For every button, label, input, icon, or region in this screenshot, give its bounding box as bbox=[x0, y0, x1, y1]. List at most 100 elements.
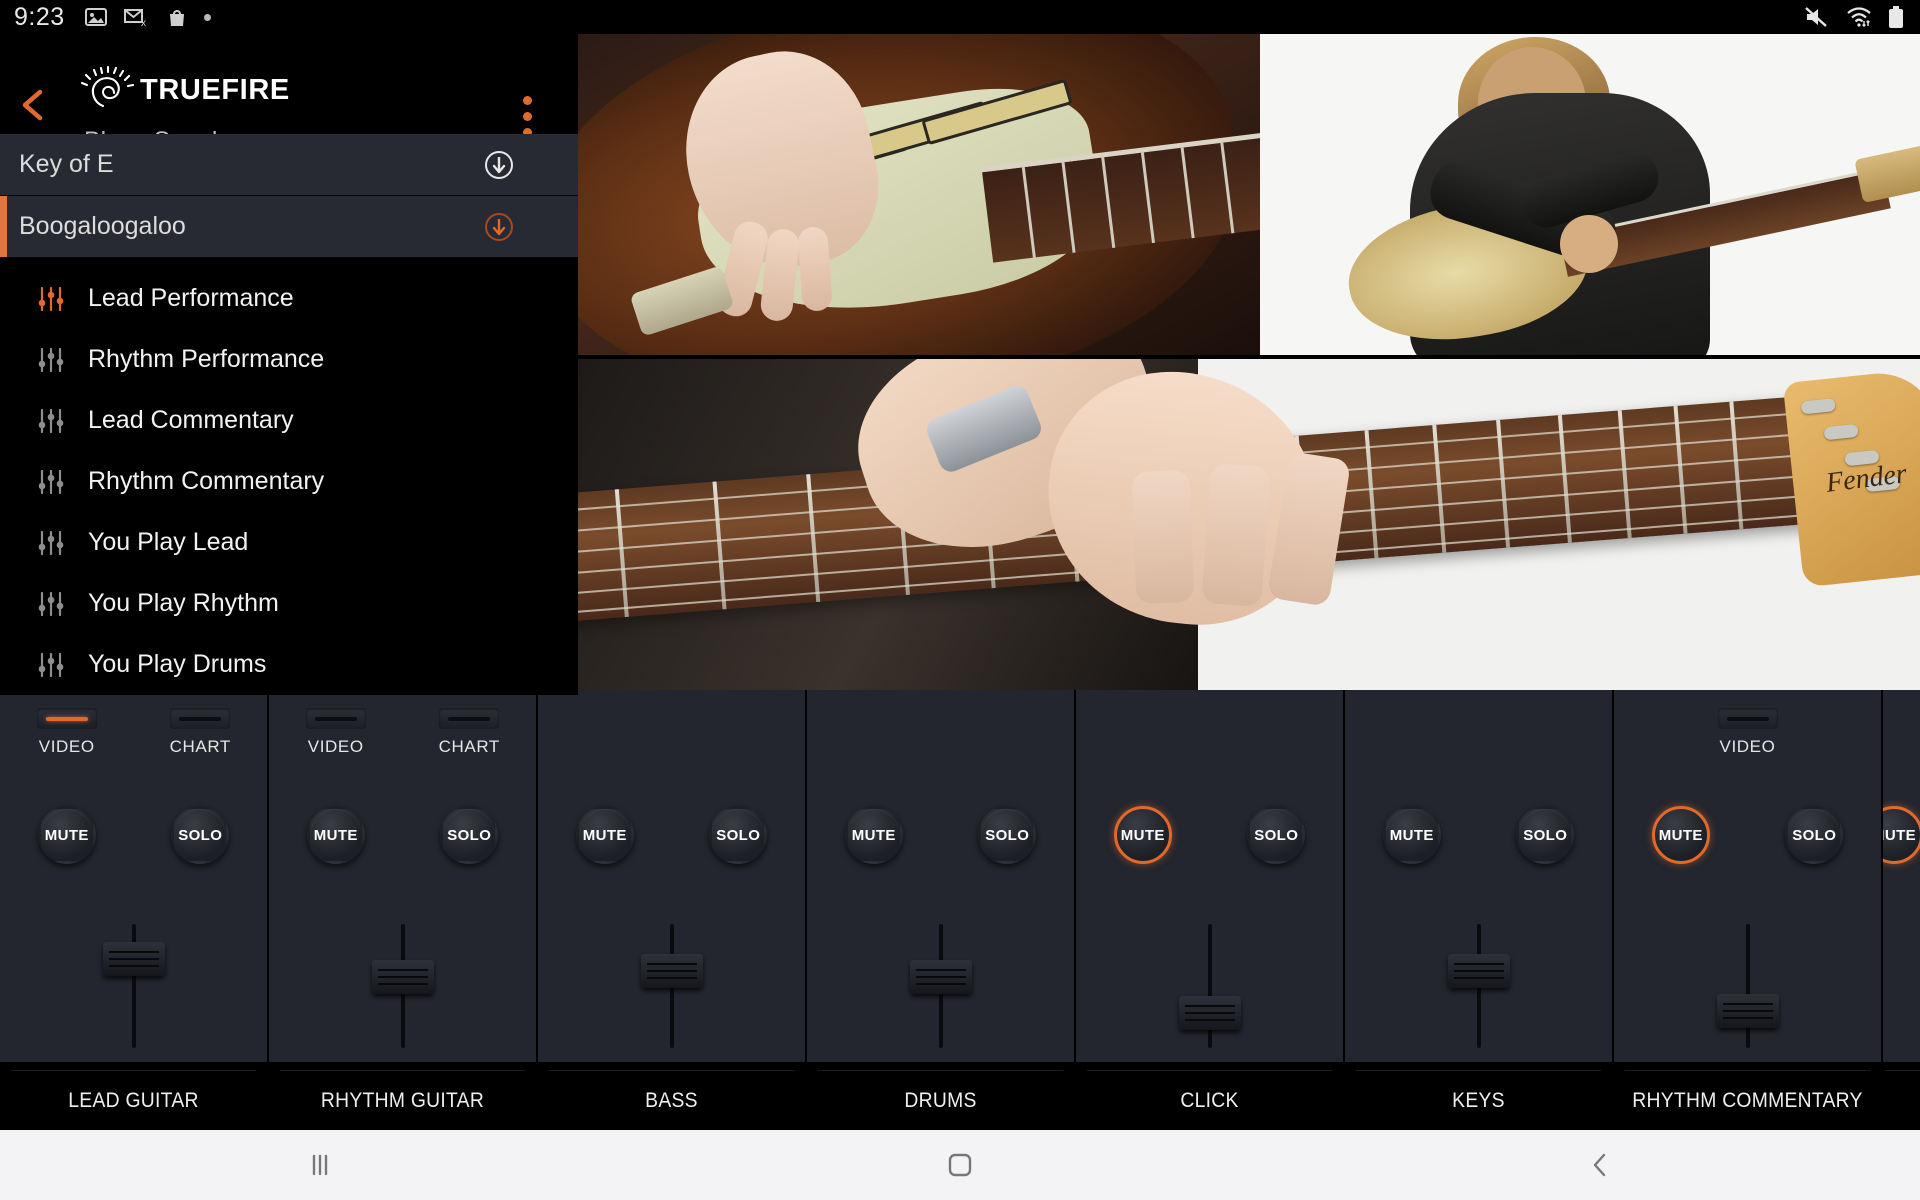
sidebar-header: TRUEFIRE Blues Speak bbox=[0, 34, 578, 155]
volume-muted-icon bbox=[1805, 7, 1827, 27]
track-label: Rhythm Performance bbox=[88, 345, 325, 373]
solo-label: SOLO bbox=[1792, 826, 1837, 844]
home-button[interactable] bbox=[640, 1150, 1280, 1180]
solo-button[interactable]: SOLO bbox=[440, 806, 499, 864]
mute-label: MUTE bbox=[1120, 826, 1165, 844]
toggle-label: VIDEO bbox=[307, 737, 364, 756]
recents-button[interactable] bbox=[0, 1152, 640, 1178]
mute-label: MUTE bbox=[313, 826, 358, 844]
channel-label bbox=[1885, 1070, 1920, 1130]
track-item-rhythm-performance[interactable]: Rhythm Performance bbox=[0, 329, 578, 390]
download-icon[interactable] bbox=[484, 150, 514, 180]
mute-button[interactable]: MUTE bbox=[844, 806, 903, 864]
track-item-lead-performance[interactable]: Lead Performance bbox=[0, 268, 578, 329]
toggle-label: VIDEO bbox=[38, 737, 95, 756]
channel-label: LEAD GUITAR bbox=[10, 1070, 257, 1130]
video-pane-lead-closeup[interactable] bbox=[578, 33, 1260, 355]
chart-toggle[interactable]: CHART bbox=[145, 708, 255, 757]
mute-label: MUTE bbox=[1389, 826, 1434, 844]
sidebar-section-boogaloogaloo[interactable]: Boogaloogaloo bbox=[0, 196, 578, 258]
fader-handle[interactable] bbox=[102, 942, 165, 976]
toggle-indicator bbox=[314, 716, 357, 721]
mixer-sliders-icon bbox=[38, 469, 64, 494]
mute-button[interactable]: MUTE bbox=[1382, 806, 1441, 864]
volume-fader[interactable] bbox=[1436, 924, 1522, 1048]
volume-fader[interactable] bbox=[629, 924, 715, 1048]
channel-buttons: MUTE SOLO bbox=[1076, 806, 1343, 864]
chart-toggle[interactable]: CHART bbox=[414, 708, 524, 757]
track-item-lead-commentary[interactable]: Lead Commentary bbox=[0, 390, 578, 451]
video-pane-performer[interactable] bbox=[1260, 33, 1920, 355]
mute-button[interactable]: MUTE bbox=[1651, 806, 1710, 864]
track-item-you-play-drums[interactable]: You Play Drums bbox=[0, 634, 578, 695]
track-item-you-play-lead[interactable]: You Play Lead bbox=[0, 512, 578, 573]
status-bar-notification-icons: x bbox=[84, 7, 211, 28]
toggle-label: CHART bbox=[169, 737, 231, 756]
video-grid: Fender bbox=[578, 33, 1920, 690]
mixer-sliders-icon bbox=[38, 530, 64, 555]
mixer-sliders-icon bbox=[38, 286, 64, 311]
bag-icon bbox=[169, 9, 184, 26]
solo-label: SOLO bbox=[985, 826, 1030, 844]
back-button[interactable] bbox=[1280, 1150, 1920, 1180]
mute-button[interactable]: MUTE bbox=[37, 806, 96, 864]
fader-handle[interactable] bbox=[640, 954, 703, 988]
video-toggle[interactable]: VIDEO bbox=[1693, 708, 1803, 757]
video-toggle[interactable]: VIDEO bbox=[12, 708, 122, 757]
volume-fader[interactable] bbox=[1167, 924, 1253, 1048]
channel-strip-rhythm-guitar: VIDEO CHART MUTE SOLO bbox=[269, 690, 536, 1062]
track-item-you-play-rhythm[interactable]: You Play Rhythm bbox=[0, 573, 578, 634]
battery-icon bbox=[1889, 5, 1903, 28]
track-label: You Play Lead bbox=[88, 528, 249, 556]
channel-strip-drums: MUTE SOLO bbox=[807, 690, 1074, 1062]
track-item-rhythm-commentary[interactable]: Rhythm Commentary bbox=[0, 451, 578, 512]
channel-buttons: MUTE SOLO bbox=[0, 806, 267, 864]
mute-button[interactable]: MUTE bbox=[1113, 806, 1172, 864]
truefire-spiral-icon bbox=[80, 66, 135, 108]
fader-handle[interactable] bbox=[909, 960, 972, 994]
solo-label: SOLO bbox=[178, 826, 223, 844]
back-icon bbox=[1593, 1153, 1606, 1177]
toggle-indicator bbox=[448, 716, 491, 721]
solo-button[interactable]: SOLO bbox=[978, 806, 1037, 864]
sidebar-section-key-of-e[interactable]: Key of E bbox=[0, 134, 578, 196]
solo-button[interactable]: SOLO bbox=[709, 806, 768, 864]
mute-label: MUTE bbox=[851, 826, 896, 844]
solo-button[interactable]: SOLO bbox=[171, 806, 230, 864]
toggle-indicator bbox=[45, 716, 88, 721]
volume-fader[interactable] bbox=[1705, 924, 1791, 1048]
solo-button[interactable]: SOLO bbox=[1247, 806, 1306, 864]
download-progress-icon[interactable] bbox=[484, 212, 514, 242]
solo-button[interactable]: SOLO bbox=[1785, 806, 1844, 864]
fader-handle[interactable] bbox=[1178, 996, 1241, 1030]
mute-button[interactable]: MUTE bbox=[575, 806, 634, 864]
section-label: Key of E bbox=[19, 150, 114, 178]
video-pane-fretboard[interactable]: Fender bbox=[578, 359, 1920, 690]
channel-buttons: MUTE SOLO bbox=[538, 806, 805, 864]
overflow-menu-icon[interactable] bbox=[523, 96, 532, 137]
channel-label: DRUMS bbox=[817, 1070, 1064, 1130]
fader-handle[interactable] bbox=[1447, 954, 1510, 988]
track-label: Lead Commentary bbox=[88, 406, 294, 434]
mute-button[interactable]: MUTE bbox=[1883, 806, 1920, 864]
fader-handle[interactable] bbox=[371, 960, 434, 994]
channel-buttons: MUTE SOLO bbox=[269, 806, 536, 864]
video-row-top bbox=[578, 33, 1920, 355]
email-dismissed-icon: x bbox=[123, 9, 146, 27]
track-label: Rhythm Commentary bbox=[88, 467, 325, 495]
volume-fader[interactable] bbox=[91, 924, 177, 1048]
video-toggle[interactable]: VIDEO bbox=[281, 708, 391, 757]
volume-fader[interactable] bbox=[898, 924, 984, 1048]
back-chevron-icon[interactable] bbox=[16, 88, 50, 122]
mixer-sliders-icon bbox=[38, 591, 64, 616]
volume-fader[interactable] bbox=[360, 924, 446, 1048]
solo-button[interactable]: SOLO bbox=[1516, 806, 1575, 864]
channel-strip-offscreen: MUTE bbox=[1883, 690, 1920, 1062]
track-list: Lead Performance Rhythm Performance Lead… bbox=[0, 258, 578, 695]
home-icon bbox=[948, 1153, 972, 1177]
track-label: Lead Performance bbox=[88, 284, 294, 312]
fader-handle[interactable] bbox=[1716, 994, 1779, 1028]
channel-buttons: MUTE SOLO bbox=[1345, 806, 1612, 864]
mute-button[interactable]: MUTE bbox=[306, 806, 365, 864]
channel-toggles: VIDEO bbox=[1614, 708, 1881, 757]
